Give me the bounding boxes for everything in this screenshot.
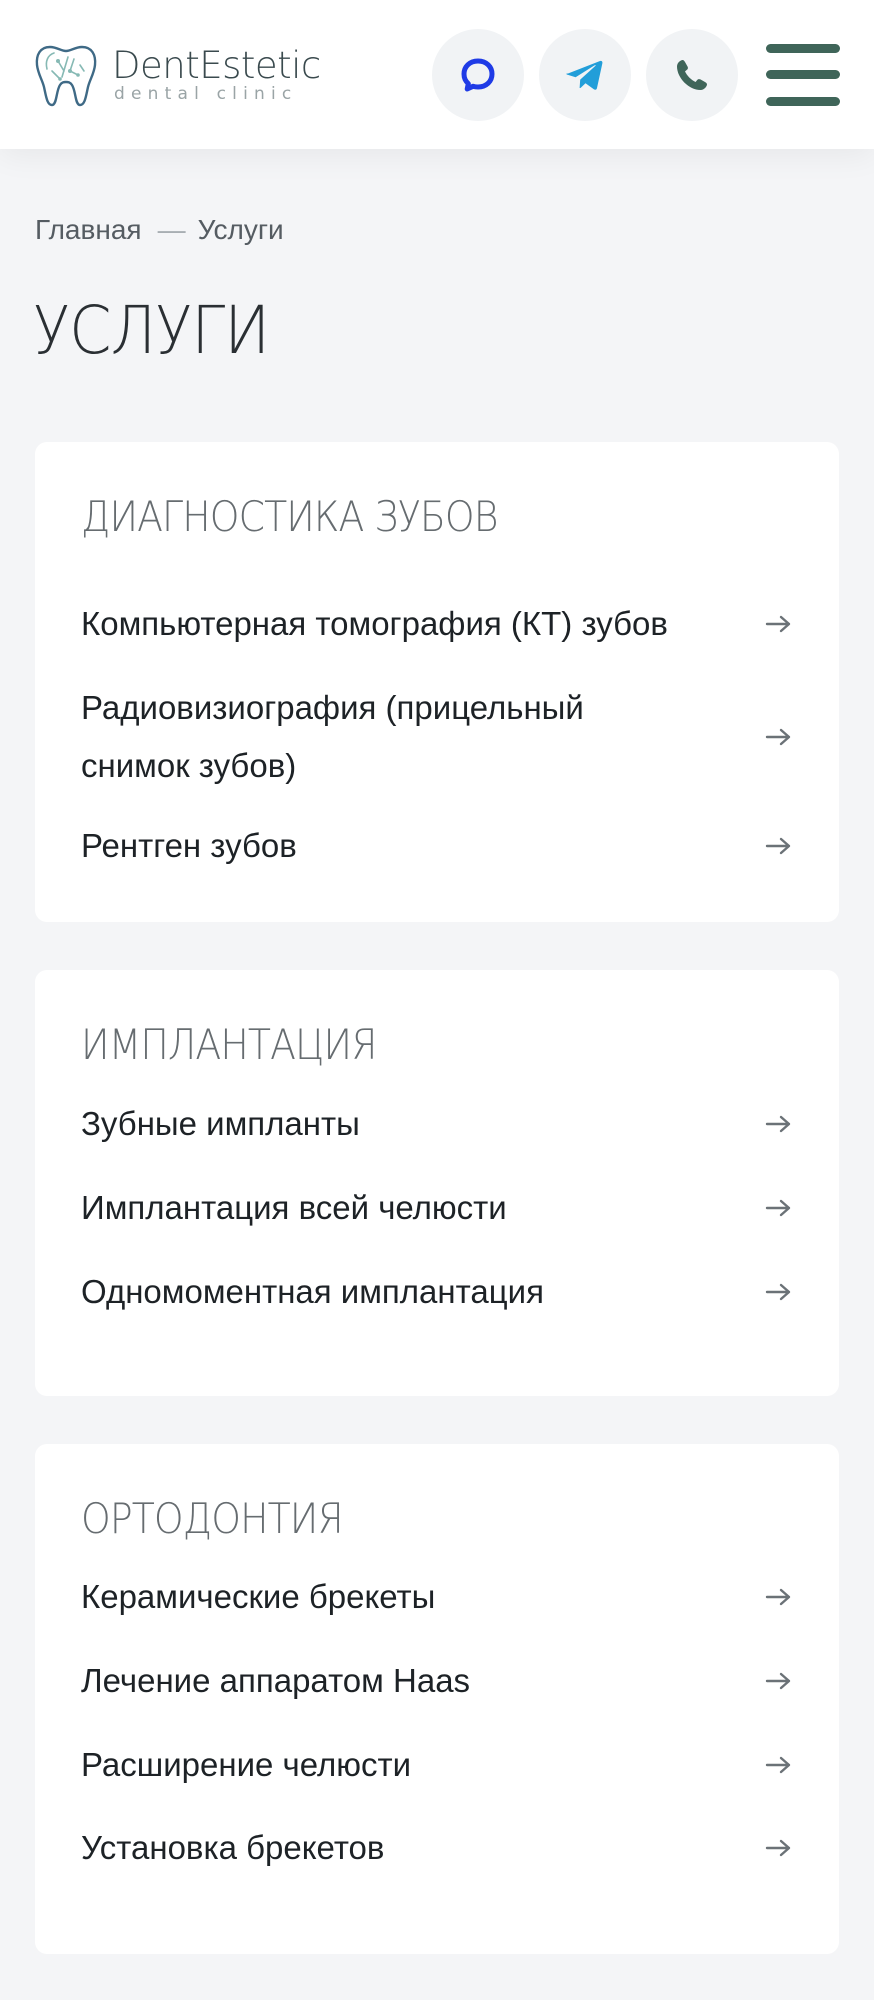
breadcrumb: Главная — Услуги: [35, 214, 284, 246]
chat-button[interactable]: [432, 28, 524, 121]
tooth-logo-icon: [35, 45, 97, 106]
service-link-label: Рентген зубов: [81, 827, 297, 864]
service-link-label: Зубные импланты: [81, 1105, 360, 1142]
arrow-right-icon: [765, 1115, 791, 1133]
section-title: ДИАГНОСТИКА ЗУБОВ: [81, 492, 498, 541]
hamburger-menu-icon[interactable]: [766, 43, 840, 106]
service-item[interactable]: Керамические брекеты: [81, 1568, 793, 1626]
service-item[interactable]: Рентген зубов: [81, 817, 793, 875]
arrow-right-icon: [765, 615, 791, 633]
service-item[interactable]: Установка брекетов: [81, 1819, 793, 1877]
service-item[interactable]: Компьютерная томография (КТ) зубов: [81, 595, 793, 653]
breadcrumb-separator: —: [157, 214, 186, 245]
service-link-label: Лечение аппаратом Haas: [81, 1662, 471, 1699]
service-link-label: Одномоментная имплантация: [81, 1273, 544, 1310]
services-card-diagnostics: ДИАГНОСТИКА ЗУБОВ Компьютерная томографи…: [35, 442, 839, 922]
telegram-button[interactable]: [539, 28, 631, 121]
arrow-right-icon: [765, 1672, 791, 1690]
arrow-right-icon: [765, 1756, 791, 1774]
arrow-right-icon: [765, 1283, 791, 1301]
menu-line: [766, 70, 840, 79]
service-item[interactable]: Радиовизиография (прицельный снимок зубо…: [81, 679, 793, 795]
menu-line: [766, 43, 840, 53]
phone-button[interactable]: [646, 28, 738, 121]
service-item[interactable]: Зубные импланты: [81, 1095, 793, 1153]
section-title: ОРТОДОНТИЯ: [81, 1494, 344, 1543]
logo[interactable]: DentEstetic dental clinic: [34, 41, 321, 109]
arrow-right-icon: [765, 728, 791, 746]
service-link-label: Расширение челюсти: [81, 1746, 412, 1783]
arrow-right-icon: [765, 1839, 791, 1857]
breadcrumb-home-link[interactable]: Главная: [35, 214, 142, 246]
site-header: DentEstetic dental clinic: [0, 0, 874, 149]
page-title: УСЛУГИ: [33, 292, 270, 369]
arrow-right-icon: [765, 1588, 791, 1606]
phone-icon: [677, 59, 707, 90]
logo-name: DentEstetic: [112, 43, 321, 87]
service-link-label: Установка брекетов: [81, 1829, 385, 1866]
services-card-orthodontics: ОРТОДОНТИЯ Керамические брекеты Лечение …: [35, 1444, 839, 1954]
logo-tagline: dental clinic: [114, 83, 298, 104]
section-title: ИМПЛАНТАЦИЯ: [81, 1020, 377, 1069]
service-link-label: Компьютерная томография (КТ) зубов: [81, 605, 668, 642]
service-item[interactable]: Лечение аппаратом Haas: [81, 1652, 793, 1710]
breadcrumb-current: Услуги: [197, 214, 284, 245]
chat-bubble-icon: [461, 58, 495, 91]
service-item[interactable]: Расширение челюсти: [81, 1736, 793, 1794]
services-card-implantation: ИМПЛАНТАЦИЯ Зубные импланты Имплантация …: [35, 970, 839, 1396]
service-link-label: Радиовизиография (прицельный снимок зубо…: [81, 689, 584, 784]
service-item[interactable]: Одномоментная имплантация: [81, 1263, 793, 1321]
header-actions: [417, 28, 840, 121]
service-item[interactable]: Имплантация всей челюсти: [81, 1179, 793, 1237]
arrow-right-icon: [765, 837, 791, 855]
menu-line: [766, 96, 840, 106]
service-link-label: Имплантация всей челюсти: [81, 1189, 507, 1226]
telegram-icon: [566, 60, 603, 90]
service-link-label: Керамические брекеты: [81, 1578, 436, 1615]
arrow-right-icon: [765, 1199, 791, 1217]
